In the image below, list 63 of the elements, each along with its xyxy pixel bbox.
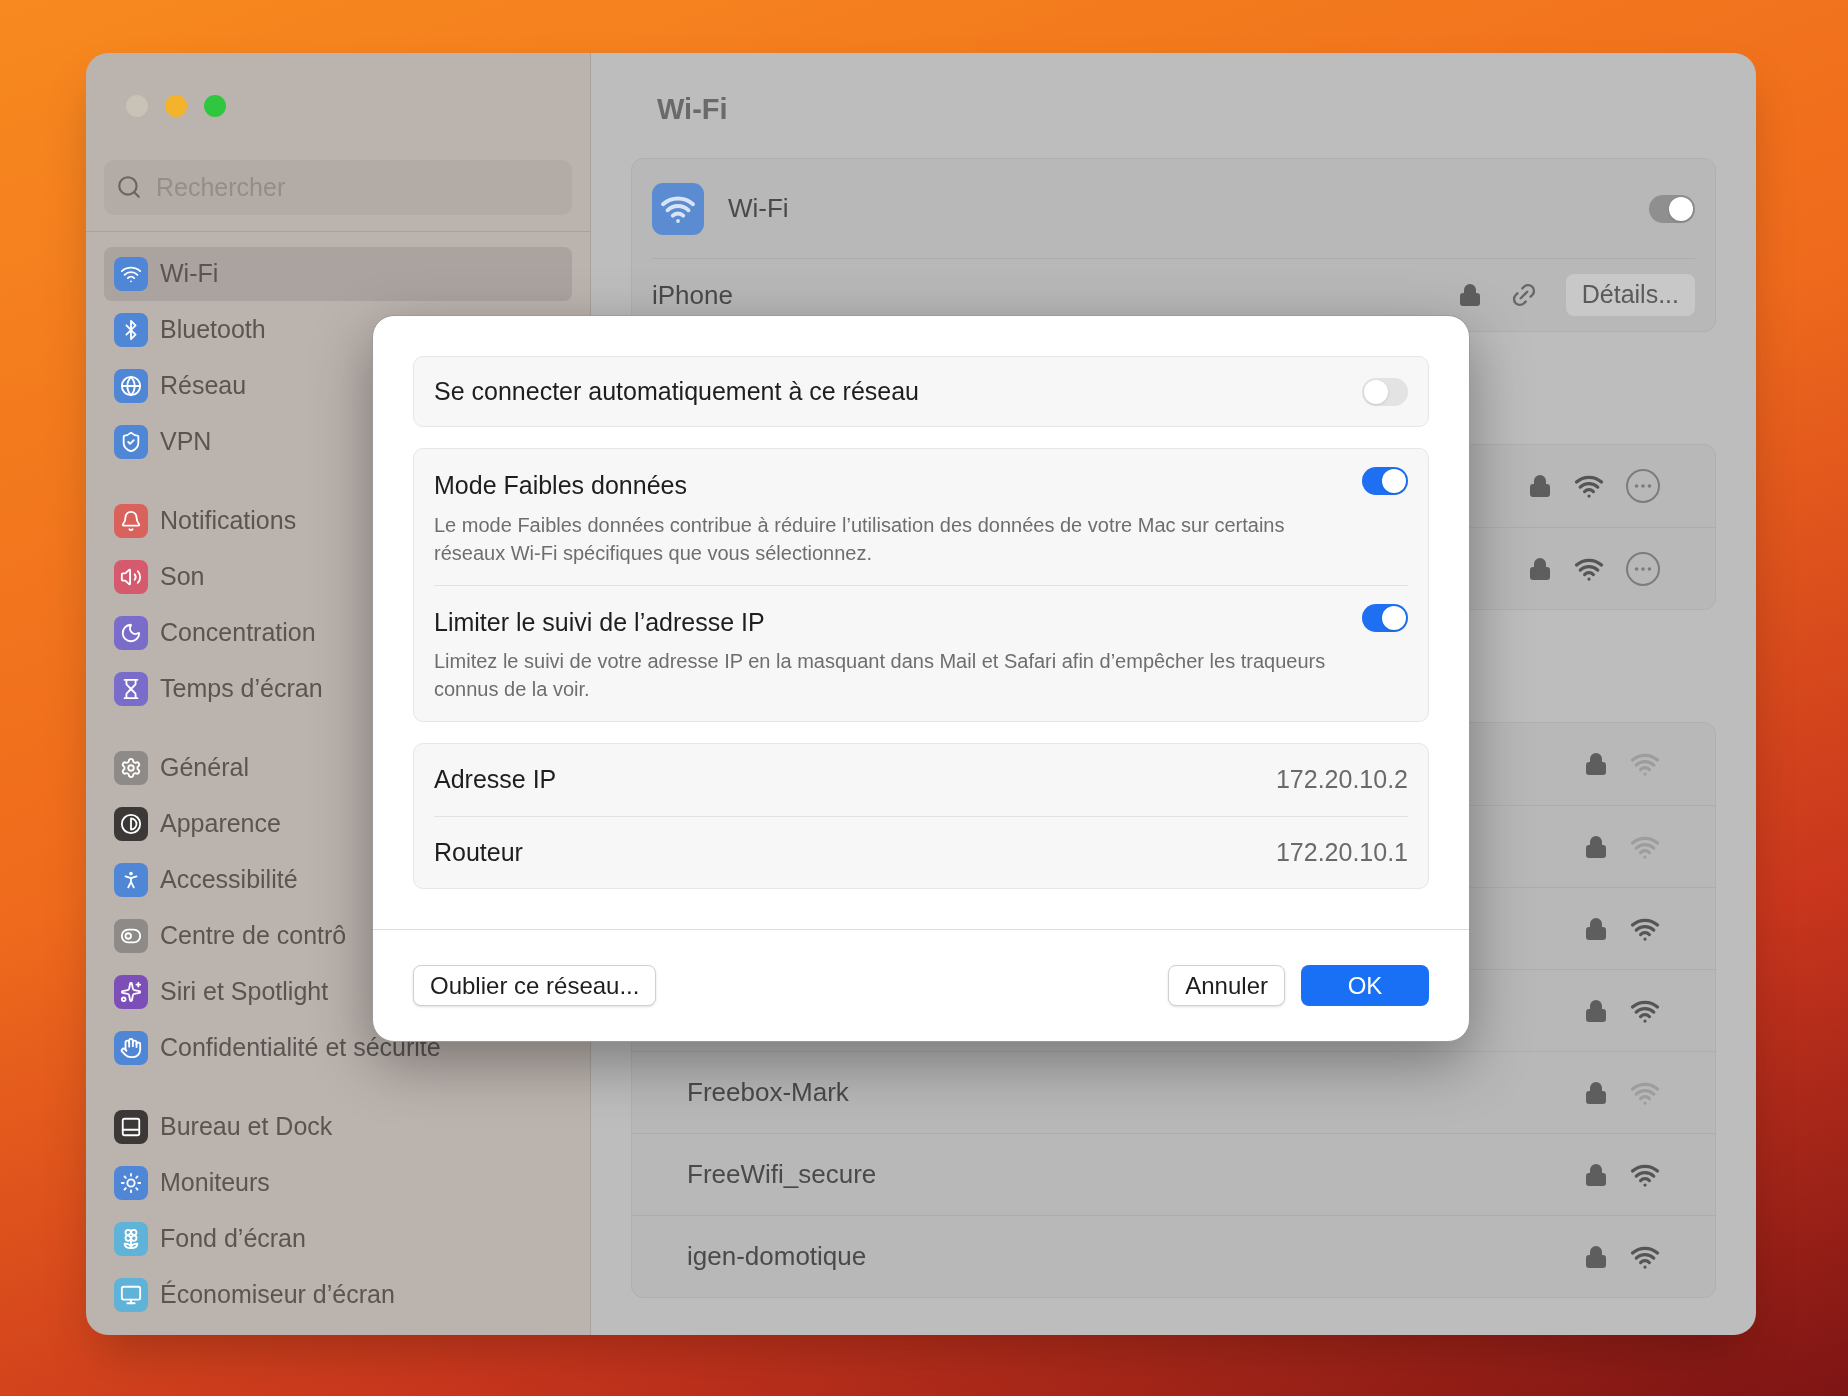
flower-icon <box>114 1222 148 1256</box>
toggle-switch[interactable] <box>1649 194 1695 223</box>
bluetooth-icon <box>114 313 148 347</box>
network-name: igen-domotique <box>687 1240 867 1273</box>
lock-icon <box>1584 1244 1608 1269</box>
setting-title: Mode Faibles données <box>434 470 688 501</box>
setting-label: Se connecter automatiquement à ce réseau <box>434 375 920 407</box>
lock-icon <box>1584 1162 1608 1187</box>
sidebar-item[interactable]: VPN <box>104 415 572 469</box>
lock-icon <box>1584 752 1608 776</box>
wifi-icon <box>114 257 148 291</box>
setting-title: Limiter le suivi de l’adresse IP <box>434 606 766 638</box>
sidebar-item[interactable]: Moniteurs <box>104 1156 572 1210</box>
toggle-switch[interactable] <box>1362 467 1408 495</box>
sidebar-item[interactable]: Fond d’écran <box>104 1212 572 1266</box>
sidebar-item[interactable]: Confidentialité et sécurité <box>104 1021 572 1075</box>
gear-icon <box>114 751 148 785</box>
window-minimize-button[interactable] <box>165 95 187 117</box>
person-icon <box>114 863 148 897</box>
search-icon <box>116 174 142 200</box>
window-zoom-button[interactable] <box>204 95 226 117</box>
sun-icon <box>114 1166 148 1200</box>
switches-icon <box>114 919 148 953</box>
sidebar-item[interactable]: Wi-Fi <box>104 247 572 301</box>
lock-icon <box>1584 1080 1608 1105</box>
speaker-icon <box>114 560 148 594</box>
page-title: Wi-Fi <box>656 92 729 127</box>
cancel-button[interactable]: Annuler <box>1168 965 1285 1006</box>
setting-description: Le mode Faibles données contribue à réduire l’utilisation des données de votre Mac sur certains réseaux Wi-Fi spécifiques que vous sélectionnez. <box>434 512 1286 566</box>
network-name: FreeWifi_secure <box>687 1158 877 1191</box>
sidebar-item[interactable]: Économiseur d’écran <box>104 1268 572 1322</box>
lock-icon <box>1584 916 1608 941</box>
info-value: 172.20.10.1 <box>1275 836 1408 868</box>
toggle-switch[interactable] <box>1362 603 1408 632</box>
toggle-switch[interactable] <box>1362 377 1408 406</box>
wifi-app-icon <box>652 182 704 235</box>
hourglass-icon <box>114 672 148 706</box>
ok-button[interactable]: OK <box>1301 965 1429 1006</box>
more-icon[interactable] <box>1626 551 1660 586</box>
sparkle-icon <box>114 975 148 1009</box>
setting-description: Limitez le suivi de votre adresse IP en la masquant dans Mail et Safari afin d’empêcher les traqueurs connus de la voir. <box>434 649 1327 702</box>
globe-icon <box>114 369 148 403</box>
bell-icon <box>114 504 148 538</box>
info-label: Adresse IP <box>434 764 557 796</box>
more-icon[interactable] <box>1626 469 1660 503</box>
hand-icon <box>114 1031 148 1065</box>
lock-icon <box>1584 998 1608 1023</box>
lock-icon <box>1457 283 1482 307</box>
network-name: Freebox-Mark <box>687 1076 849 1109</box>
forget-network-button[interactable]: Oublier ce réseau... <box>413 965 657 1006</box>
screen-icon <box>114 1278 148 1312</box>
network-name: iPhone <box>652 278 733 312</box>
sidebar-item[interactable]: Bluetooth <box>104 303 572 357</box>
lock-icon <box>1584 834 1608 859</box>
sidebar-item[interactable]: Centre de contrô <box>104 909 572 963</box>
details-button[interactable]: Détails... <box>1565 274 1695 316</box>
info-value: 172.20.10.2 <box>1275 764 1408 796</box>
sidebar-item[interactable]: Bureau et Dock <box>104 1100 572 1154</box>
info-label: Routeur <box>434 836 523 868</box>
lock-icon <box>1528 474 1552 498</box>
wifi-label: Wi-Fi <box>728 192 789 225</box>
lock-icon <box>1528 556 1552 581</box>
moon-icon <box>114 616 148 650</box>
